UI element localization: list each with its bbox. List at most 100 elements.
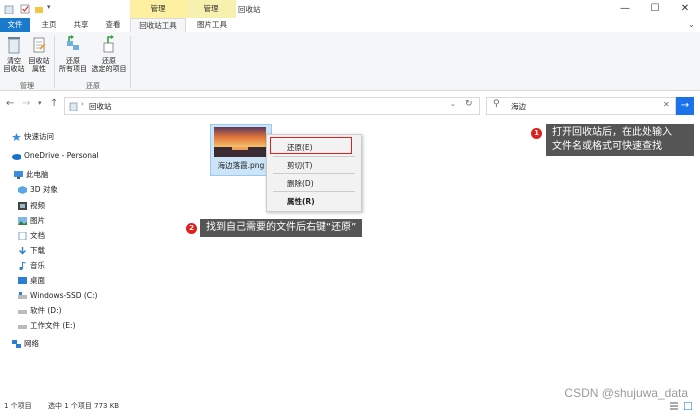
title-bar: ▾ 管理 管理 回收站 — ☐ ✕	[0, 0, 700, 18]
network-icon	[12, 340, 21, 348]
callout-1-line1: 打开回收站后，在此处输入	[552, 127, 672, 138]
up-arrow-icon[interactable]: ↑	[50, 98, 58, 109]
restore-selected-line2: 选定的项目	[91, 65, 127, 73]
checkmark-icon[interactable]	[20, 4, 30, 14]
clear-search-icon[interactable]: ✕	[663, 100, 670, 109]
recycle-bin-properties-button[interactable]: 回收站 属性	[27, 35, 51, 73]
system-drive-icon	[18, 292, 27, 299]
callout-2-number: 2	[186, 223, 197, 234]
search-icon: ⚲	[493, 99, 500, 109]
tab-view[interactable]: 查看	[98, 18, 128, 32]
menu-separator	[273, 173, 355, 174]
sunset-thumbnail-icon	[214, 127, 266, 157]
file-name: 海边落霞.png	[217, 161, 265, 170]
nav-onedrive-label: OneDrive - Personal	[24, 151, 99, 160]
nav-pictures[interactable]: 图片	[18, 215, 45, 227]
nav-drive-e[interactable]: 工作文件 (E:)	[18, 320, 76, 332]
recycle-bin-icon	[4, 4, 14, 15]
nav-documents-label: 文档	[30, 231, 45, 240]
ribbon-group-divider	[54, 36, 55, 88]
recycle-bin-properties-line2: 属性	[32, 65, 46, 73]
recent-locations-icon[interactable]: ▾	[38, 99, 42, 107]
tab-file[interactable]: 文件	[0, 18, 30, 32]
nav-quick-access[interactable]: 快速访问	[12, 131, 54, 143]
nav-documents[interactable]: 文档	[18, 230, 45, 242]
close-button[interactable]: ✕	[670, 0, 700, 18]
nav-network[interactable]: 网络	[12, 338, 39, 350]
address-dropdown-icon[interactable]: ⌄	[450, 100, 456, 108]
empty-recycle-bin-icon	[8, 37, 20, 54]
status-item-count: 1 个项目	[4, 402, 32, 410]
restore-highlight-box	[270, 137, 352, 154]
nav-music[interactable]: 音乐	[18, 260, 45, 272]
callout-1-line2: 文件名或格式可快速查找	[552, 141, 662, 152]
restore-selected-items-button[interactable]: 还原 选定的项目	[90, 35, 128, 73]
menu-separator	[273, 156, 355, 157]
tab-recycle-bin-tools[interactable]: 回收站工具	[130, 18, 186, 33]
watermark: CSDN @shujuwa_data	[564, 386, 688, 400]
recycle-bin-small-icon	[69, 101, 78, 113]
menu-item-properties[interactable]: 属性(R)	[287, 196, 315, 207]
maximize-button[interactable]: ☐	[640, 0, 670, 18]
nav-quick-access-label: 快速访问	[24, 132, 54, 141]
tab-home[interactable]: 主页	[34, 18, 64, 32]
nav-this-pc[interactable]: 此电脑	[14, 169, 49, 181]
callout-1-number: 1	[531, 128, 542, 139]
callout-1: 打开回收站后，在此处输入 文件名或格式可快速查找	[546, 124, 694, 156]
search-go-button[interactable]: →	[676, 97, 694, 115]
ribbon-collapse-icon[interactable]: ⌄	[688, 20, 695, 29]
restore-selected-icon	[103, 35, 114, 53]
nav-videos-label: 视频	[30, 201, 45, 210]
restore-all-icon	[67, 35, 79, 50]
breadcrumb-separator-icon[interactable]: ›	[81, 100, 84, 108]
tab-share[interactable]: 共享	[66, 18, 96, 32]
cloud-icon	[12, 154, 21, 160]
nav-3d-objects[interactable]: 3D 对象	[18, 184, 58, 196]
nav-drive-c-label: Windows-SSD (C:)	[30, 291, 98, 300]
nav-onedrive[interactable]: OneDrive - Personal	[12, 150, 99, 162]
breadcrumb-recycle-bin[interactable]: 回收站	[89, 101, 112, 112]
callout-2: 找到自己需要的文件后右键“还原”	[200, 219, 363, 237]
nav-pictures-label: 图片	[30, 216, 45, 225]
nav-music-label: 音乐	[30, 261, 45, 270]
tab-picture-tools[interactable]: 图片工具	[188, 18, 236, 32]
empty-recycle-bin-button[interactable]: 清空 回收站	[2, 35, 26, 73]
menu-item-cut[interactable]: 剪切(T)	[287, 160, 312, 171]
nav-downloads-label: 下载	[30, 246, 45, 255]
empty-recycle-bin-line1: 清空	[7, 57, 21, 65]
nav-videos[interactable]: 视频	[18, 200, 45, 212]
nav-drive-e-label: 工作文件 (E:)	[30, 321, 76, 330]
window-title: 回收站	[238, 5, 261, 14]
ribbon-tab-bar: 文件 主页 共享 查看 回收站工具 图片工具	[0, 18, 700, 33]
back-arrow-icon[interactable]: ←	[6, 98, 14, 109]
empty-recycle-bin-line2: 回收站	[3, 65, 25, 73]
search-input[interactable]: 海边	[511, 101, 526, 112]
menu-separator	[273, 191, 355, 192]
forward-arrow-icon[interactable]: →	[22, 98, 30, 109]
nav-drive-d[interactable]: 软件 (D:)	[18, 305, 62, 317]
folder-icon[interactable]	[34, 4, 44, 14]
nav-downloads[interactable]: 下载	[18, 245, 45, 257]
qat-dropdown-icon[interactable]: ▾	[47, 3, 51, 11]
search-box[interactable]: ⚲ 海边 ✕	[486, 97, 676, 115]
details-view-icon[interactable]	[670, 402, 678, 415]
menu-item-delete[interactable]: 删除(D)	[287, 178, 314, 189]
desktop-icon	[18, 277, 27, 284]
nav-3d-objects-label: 3D 对象	[30, 185, 58, 194]
ribbon: 清空 回收站 回收站 属性 还原 所有项目 还原 选定的项目 管理 还原 ⌄	[0, 20, 700, 91]
status-bar: 1 个项目 选中 1 个项目 773 KB	[0, 400, 700, 413]
address-bar[interactable]: › 回收站 ⌄ ↻	[64, 97, 480, 115]
context-tab-manage-2: 管理	[186, 0, 236, 18]
star-icon	[12, 133, 21, 141]
ribbon-group-restore-label: 还原	[86, 82, 100, 90]
nav-desktop[interactable]: 桌面	[18, 275, 45, 287]
minimize-button[interactable]: —	[610, 0, 640, 18]
cube-icon	[18, 186, 27, 194]
drive-icon	[18, 325, 27, 329]
nav-network-label: 网络	[24, 339, 39, 348]
large-icons-view-icon[interactable]	[683, 401, 693, 415]
nav-drive-c[interactable]: Windows-SSD (C:)	[18, 290, 97, 302]
restore-all-items-button[interactable]: 还原 所有项目	[58, 35, 88, 73]
refresh-icon[interactable]: ↻	[465, 99, 473, 109]
download-icon	[19, 247, 26, 255]
